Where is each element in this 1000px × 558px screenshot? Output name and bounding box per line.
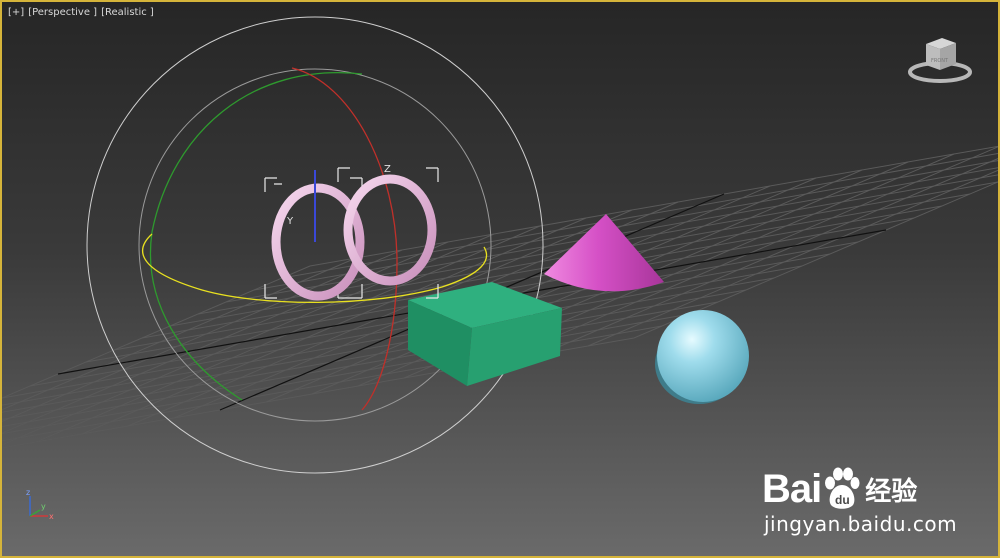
axis-label-x: x bbox=[49, 512, 54, 521]
perspective-viewport[interactable]: Y Z [+] [Perspective ] [Realistic ] FRON… bbox=[0, 0, 1000, 558]
watermark-bai-text: Bai bbox=[762, 466, 822, 511]
viewcube-icon[interactable]: FRONT bbox=[904, 34, 976, 90]
grid-line bbox=[2, 313, 691, 435]
baidu-jingyan-watermark: Bai du du 经验 jingyan.baidu.com bbox=[762, 442, 992, 542]
watermark-logo-row: Bai du du 经验 bbox=[762, 464, 917, 514]
axis-label-y: y bbox=[41, 502, 46, 511]
grid-line bbox=[633, 181, 998, 339]
grid-line bbox=[309, 145, 998, 267]
axis-label-z: z bbox=[26, 488, 30, 497]
watermark-url: jingyan.baidu.com bbox=[764, 512, 958, 536]
grid-line bbox=[2, 241, 449, 434]
gizmo-axis-label-y: Y bbox=[286, 216, 294, 227]
gizmo-axis-label-z: Z bbox=[384, 164, 391, 175]
svg-text:du: du bbox=[835, 493, 850, 507]
watermark-product-text: 经验 bbox=[865, 476, 918, 507]
axis-tripod-icon: z x y bbox=[26, 488, 54, 521]
viewport-shading-menu[interactable]: [Realistic ] bbox=[101, 7, 154, 18]
viewport-label-menus: [+] [Perspective ] [Realistic ] bbox=[8, 7, 154, 18]
sphere-body bbox=[657, 310, 749, 402]
cone-body bbox=[544, 214, 664, 292]
paw-icon: du bbox=[825, 467, 860, 509]
grid-line bbox=[2, 301, 719, 428]
cone-object[interactable] bbox=[544, 214, 664, 292]
sphere-object[interactable] bbox=[655, 310, 749, 404]
viewport-point-of-view-menu[interactable]: [Perspective ] bbox=[28, 7, 97, 18]
viewport-general-menu[interactable]: [+] bbox=[8, 7, 24, 18]
viewcube-face-label: FRONT bbox=[931, 58, 949, 64]
